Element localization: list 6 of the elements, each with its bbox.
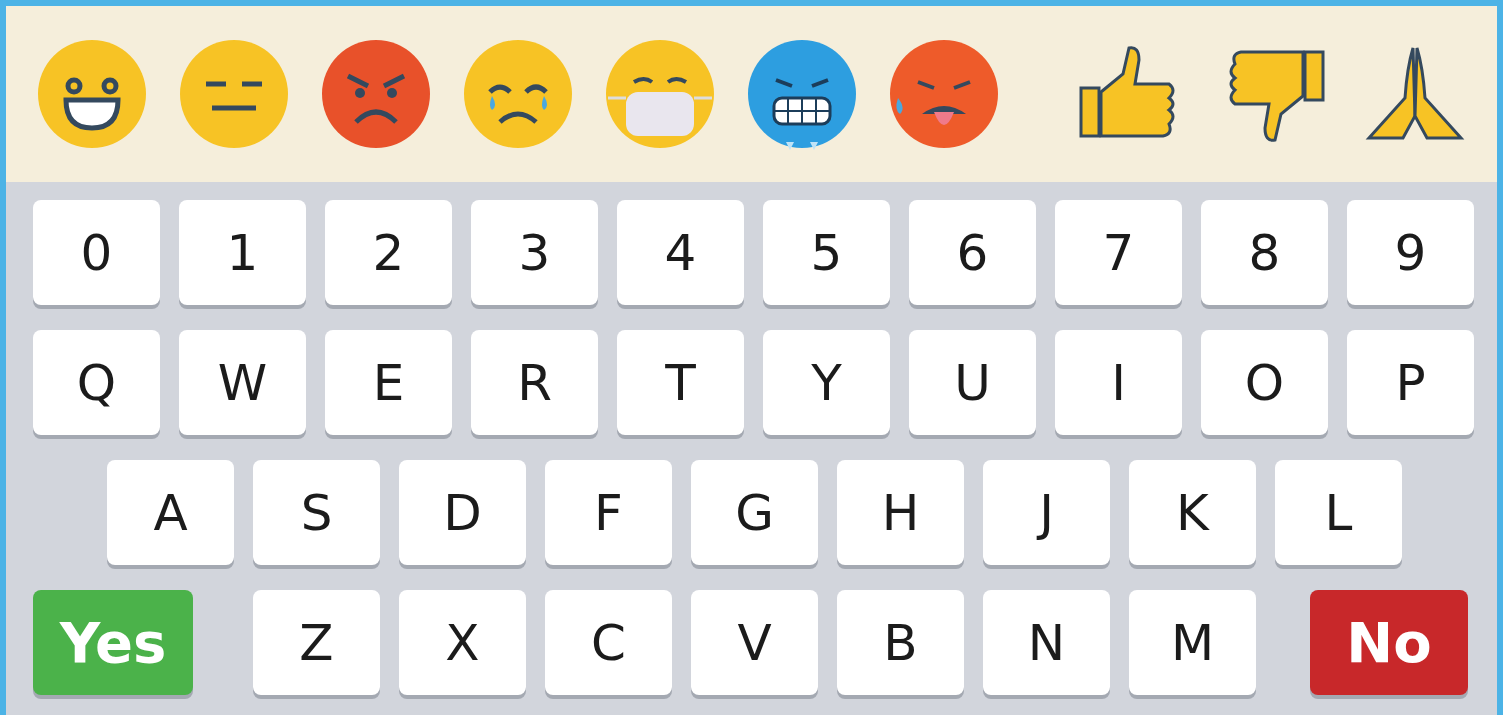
neutral-face-icon[interactable] bbox=[178, 38, 290, 150]
crying-face-icon[interactable] bbox=[462, 38, 574, 150]
angry-face-icon[interactable] bbox=[320, 38, 432, 150]
frozen-face-icon[interactable] bbox=[746, 38, 858, 150]
grinning-face-icon[interactable] bbox=[36, 38, 148, 150]
hot-face-icon[interactable] bbox=[888, 38, 1000, 150]
